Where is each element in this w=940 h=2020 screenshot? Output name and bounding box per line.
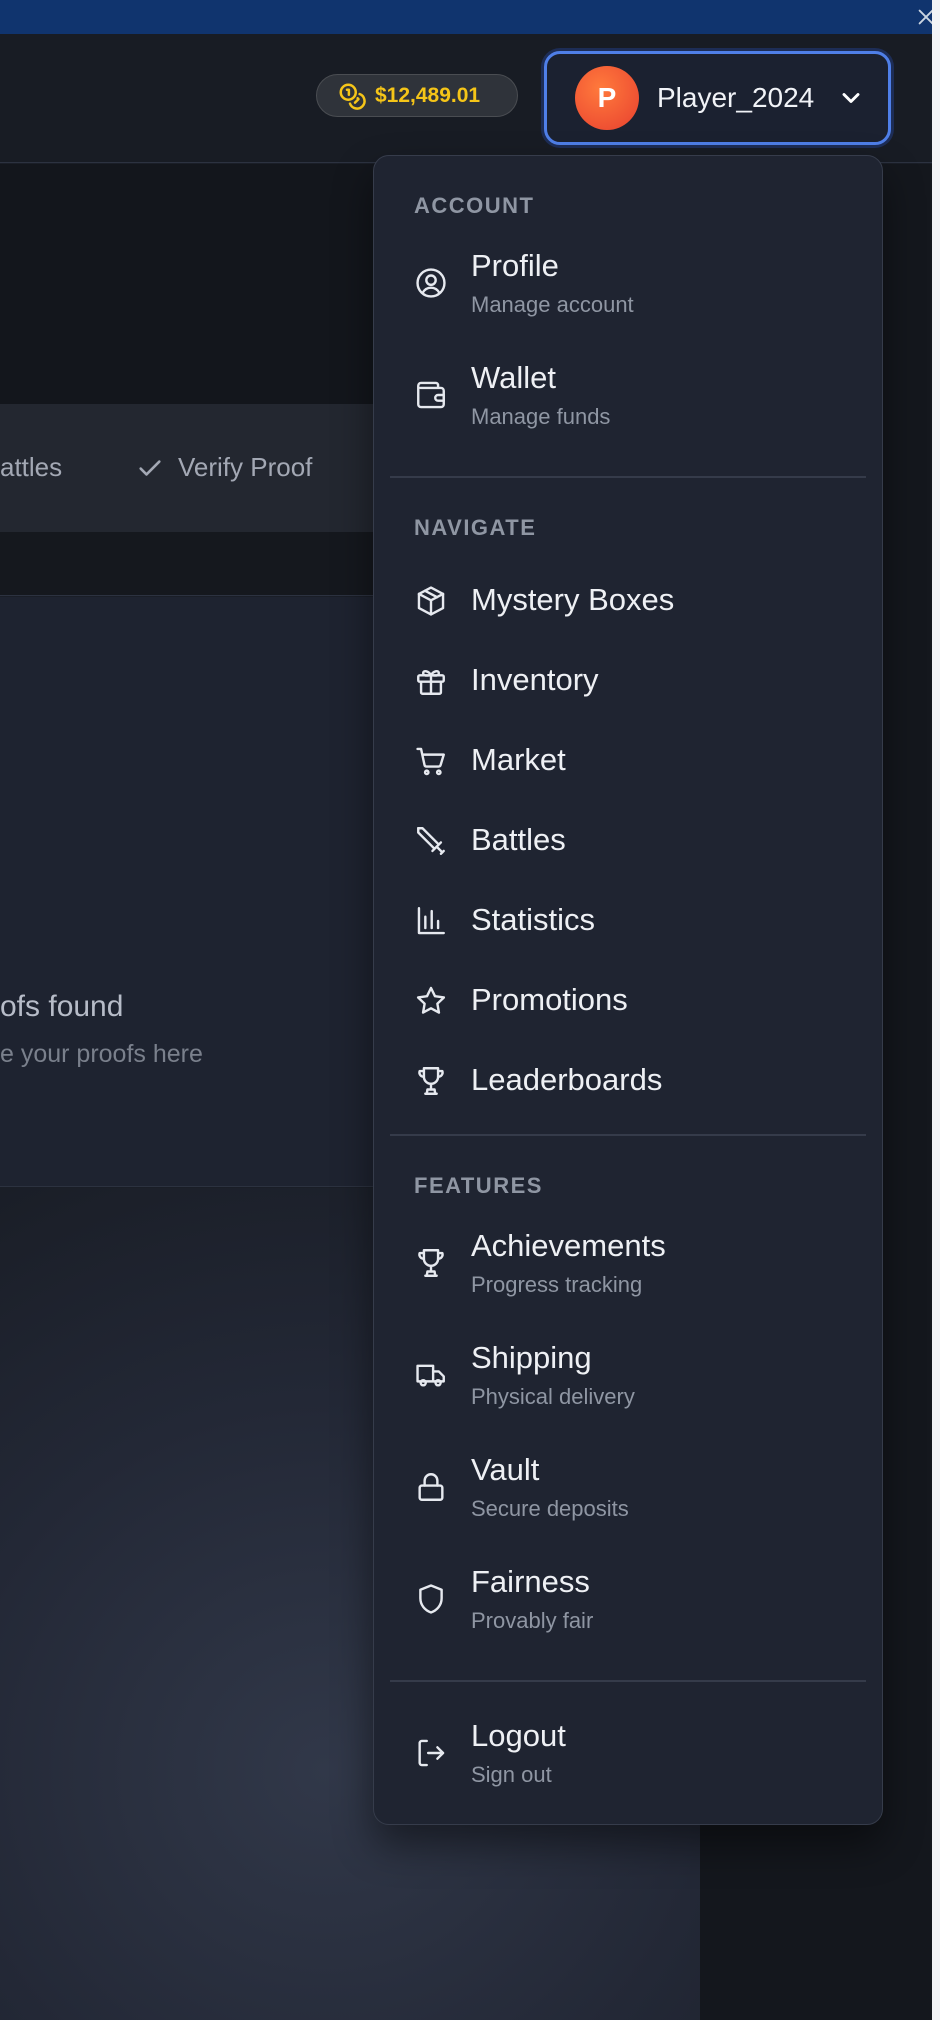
tab-verify-proof[interactable]: Verify Proof [136, 452, 312, 483]
trophy-icon [414, 1064, 448, 1098]
cart-icon [414, 744, 448, 778]
coins-icon [339, 83, 366, 110]
lock-icon [414, 1470, 448, 1504]
menu-item-promotions[interactable]: Promotions [390, 969, 866, 1039]
user-circle-icon [414, 266, 448, 300]
sword-icon [414, 824, 448, 858]
menu-item-label: Battles [471, 822, 566, 857]
menu-item-shipping[interactable]: Shipping Physical delivery [390, 1338, 866, 1438]
menu-item-description: Secure deposits [471, 1496, 629, 1521]
tab-verify-proof-label: Verify Proof [178, 452, 313, 482]
menu-item-label: Promotions [471, 982, 628, 1017]
menu-item-description: Progress tracking [471, 1272, 643, 1297]
menu-item-label: Inventory [471, 662, 599, 697]
menu-item-mystery-boxes[interactable]: Mystery Boxes [390, 569, 866, 639]
avatar: P [575, 66, 639, 130]
menu-item-description: Physical delivery [471, 1384, 635, 1409]
empty-proofs-panel [0, 597, 380, 1187]
gift-icon [414, 664, 448, 698]
menu-item-fairness[interactable]: Fairness Provably fair [390, 1562, 866, 1662]
section-label-navigate: NAVIGATE [414, 515, 537, 540]
menu-item-label: Market [471, 742, 566, 777]
proofs-subbar [0, 532, 380, 596]
menu-item-description: Manage account [471, 292, 634, 317]
menu-item-label: Achievements [471, 1228, 666, 1263]
menu-item-label: Logout [471, 1718, 566, 1753]
menu-item-battles[interactable]: Battles [390, 809, 866, 879]
menu-divider [390, 1134, 866, 1136]
menu-item-statistics[interactable]: Statistics [390, 889, 866, 959]
menu-item-leaderboards[interactable]: Leaderboards [390, 1049, 866, 1119]
trophy-icon [414, 1246, 448, 1280]
truck-icon [414, 1358, 448, 1392]
announcement-banner [0, 0, 932, 34]
menu-item-description: Manage funds [471, 404, 611, 429]
empty-state-subtitle: e your proofs here [0, 1040, 203, 1068]
chevron-down-icon [842, 93, 860, 103]
menu-item-achievements[interactable]: Achievements Progress tracking [390, 1226, 866, 1326]
menu-item-label: Leaderboards [471, 1062, 663, 1097]
section-label-account: ACCOUNT [414, 193, 535, 218]
menu-item-market[interactable]: Market [390, 729, 866, 799]
username: Player_2024 [657, 82, 815, 113]
menu-item-label: Statistics [471, 902, 596, 937]
bar-chart-icon [414, 904, 448, 938]
menu-item-description: Provably fair [471, 1608, 594, 1633]
menu-item-label: Shipping [471, 1340, 592, 1375]
box-icon [414, 584, 448, 618]
window-edge [932, 0, 940, 2020]
balance-amount: $12,489.01 [375, 83, 481, 107]
menu-item-vault[interactable]: Vault Secure deposits [390, 1450, 866, 1550]
menu-item-inventory[interactable]: Inventory [390, 649, 866, 719]
logout-icon [414, 1736, 448, 1770]
wallet-icon [414, 378, 448, 412]
shield-icon [414, 1582, 448, 1616]
menu-item-profile[interactable]: Profile Manage account [390, 246, 866, 346]
hero-banner [0, 164, 380, 404]
menu-item-label: Mystery Boxes [471, 582, 675, 617]
menu-item-wallet[interactable]: Wallet Manage funds [390, 358, 866, 458]
menu-item-label: Profile [471, 248, 559, 283]
menu-divider [390, 1680, 866, 1682]
user-dropdown-menu: ACCOUNT Profile Manage account Wallet Ma… [373, 155, 883, 1825]
menu-item-logout[interactable]: Logout Sign out [390, 1716, 866, 1816]
menu-item-label: Wallet [471, 360, 556, 395]
check-icon [139, 459, 161, 476]
user-menu-button[interactable]: P Player_2024 [544, 51, 891, 145]
balance-display[interactable]: $12,489.01 [316, 74, 518, 117]
star-icon [414, 984, 448, 1018]
menu-divider [390, 476, 866, 478]
menu-item-description: Sign out [471, 1762, 552, 1787]
menu-item-label: Fairness [471, 1564, 590, 1599]
menu-item-label: Vault [471, 1452, 540, 1487]
empty-state-title: ofs found [0, 990, 124, 1023]
tab-battles[interactable]: attles [0, 452, 62, 483]
section-label-features: FEATURES [414, 1173, 543, 1198]
